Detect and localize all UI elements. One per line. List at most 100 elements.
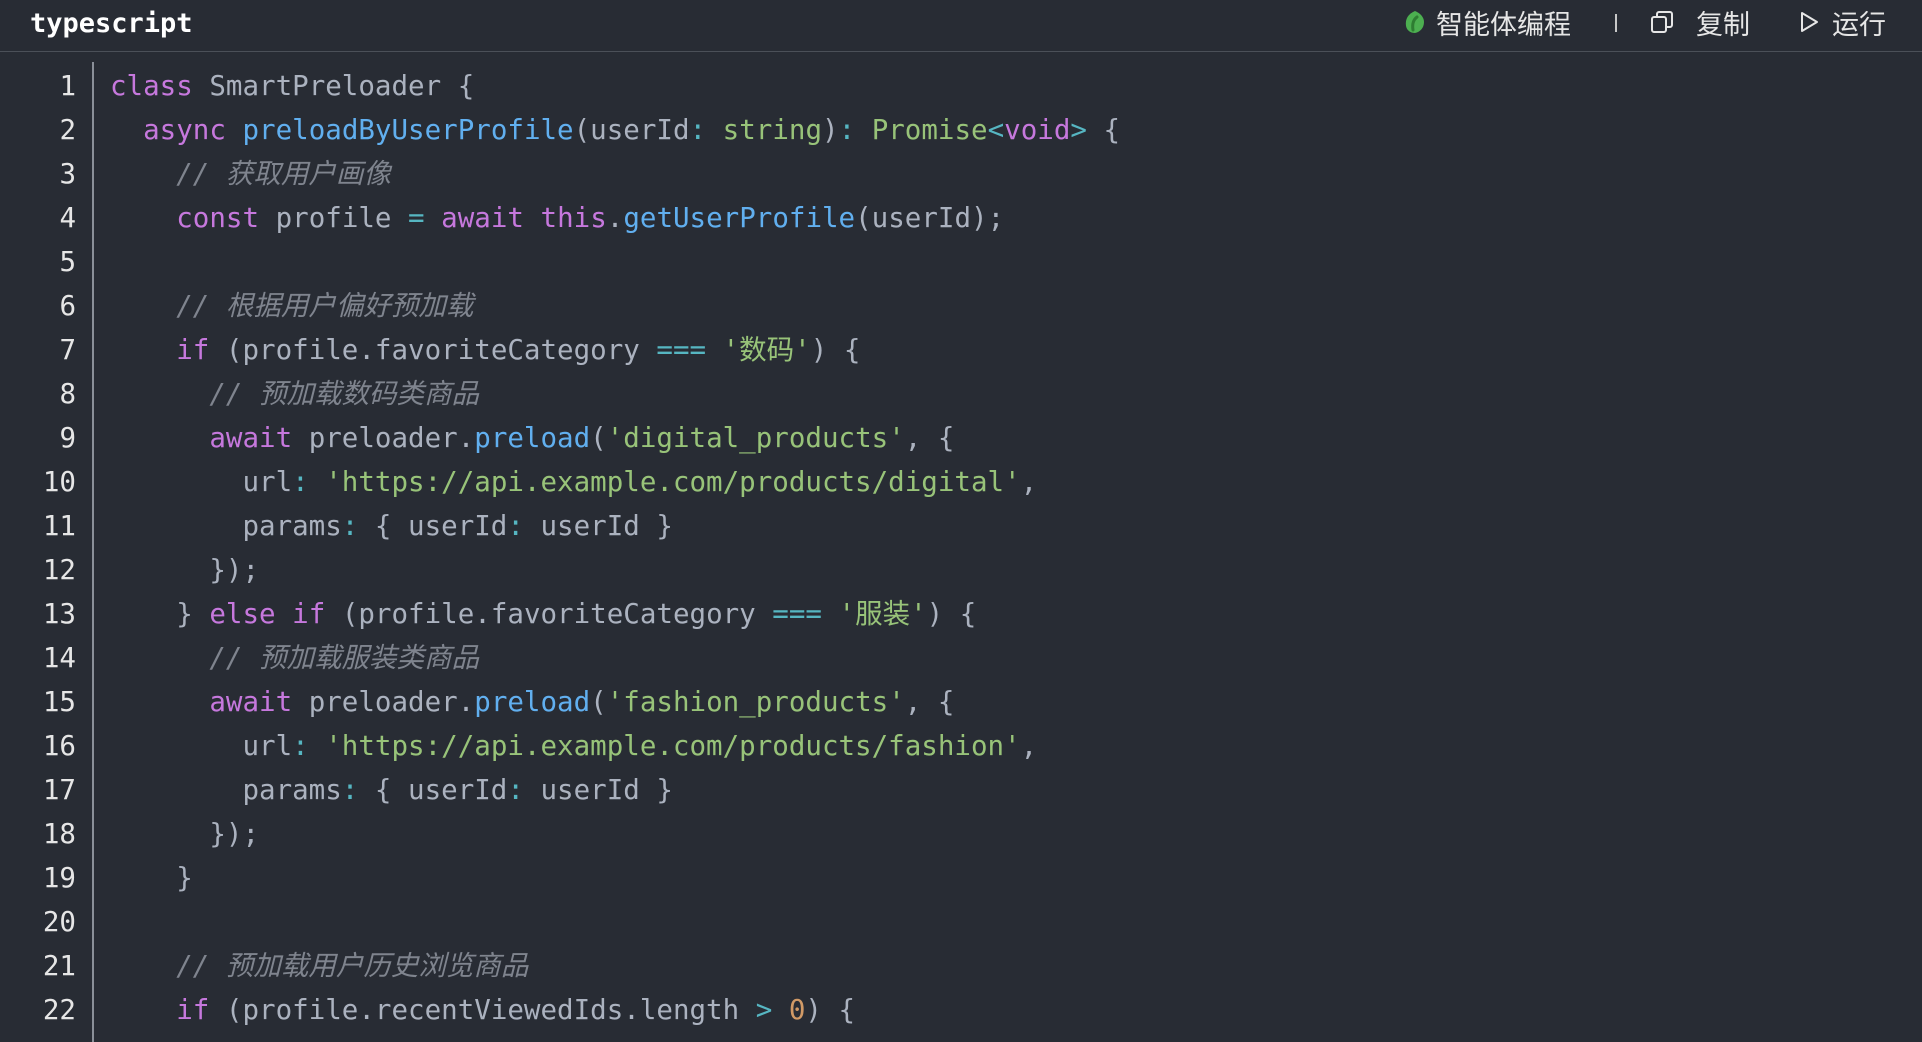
line-number: 15	[42, 686, 76, 718]
code-token: )	[822, 114, 839, 146]
line-code: // 预加载用户历史浏览商品	[110, 946, 528, 986]
code-line: 20	[0, 902, 1922, 946]
code-token: ) {	[810, 334, 861, 366]
code-token: (userId);	[855, 202, 1005, 234]
line-code: // 预加载服装类商品	[110, 638, 479, 678]
code-line: 21 // 预加载用户历史浏览商品	[0, 946, 1922, 990]
code-line: 3 // 获取用户画像	[0, 154, 1922, 198]
line-code: if (profile.recentViewedIds.length > 0) …	[110, 990, 855, 1030]
line-code: params: { userId: userId }	[110, 770, 673, 810]
code-token: params	[110, 774, 342, 806]
line-number: 5	[59, 246, 76, 278]
code-token: const	[176, 202, 260, 234]
line-number: 4	[59, 202, 76, 234]
code-line: 11 params: { userId: userId }	[0, 506, 1922, 550]
code-token: profile	[259, 202, 409, 234]
code-token: '数码'	[722, 334, 811, 366]
code-token: ) {	[926, 598, 977, 630]
line-code: class SmartPreloader {	[110, 66, 474, 106]
code-line: 2 async preloadByUserProfile(userId: str…	[0, 110, 1922, 154]
code-token: =	[408, 202, 425, 234]
code-token: userId }	[523, 774, 673, 806]
code-token: if	[176, 994, 210, 1026]
code-token: (profile.recentViewedIds.length	[209, 994, 756, 1026]
code-token: >	[755, 994, 773, 1026]
code-token: , {	[904, 422, 955, 454]
run-label: 运行	[1832, 9, 1886, 41]
line-number: 11	[42, 510, 76, 542]
code-token: // 获取用户画像	[176, 158, 391, 190]
code-token: 'https://api.example.com/products/fashio…	[325, 730, 1021, 762]
code-token: params	[110, 510, 342, 542]
code-token: // 根据用户偏好预加载	[176, 290, 474, 322]
line-code: if (profile.favoriteCategory === '数码') {	[110, 330, 860, 370]
line-code: } else if (profile.favoriteCategory === …	[110, 594, 976, 634]
code-token: ,	[1020, 466, 1038, 498]
code-block-header: typescript 智能体编程 复制 运行	[0, 0, 1922, 52]
code-line: 7 if (profile.favoriteCategory === '数码')…	[0, 330, 1922, 374]
code-token: { userId	[358, 510, 508, 542]
code-token: });	[110, 554, 260, 586]
line-code: await preloader.preload('digital_product…	[110, 418, 954, 458]
code-token: getUserProfile	[623, 202, 856, 234]
code-token: }	[110, 862, 193, 894]
code-line: 12 });	[0, 550, 1922, 594]
agent-coding-label: 智能体编程	[1436, 9, 1571, 41]
code-token: string	[722, 114, 822, 146]
code-token: :	[341, 774, 359, 806]
code-line: 17 params: { userId: userId }	[0, 770, 1922, 814]
run-button[interactable]: 运行	[1798, 4, 1886, 41]
line-number: 17	[42, 774, 76, 806]
code-line: 22 if (profile.recentViewedIds.length > …	[0, 990, 1922, 1034]
agent-coding-button[interactable]: 智能体编程	[1404, 4, 1571, 41]
line-number: 22	[42, 994, 76, 1026]
code-token: else	[209, 598, 276, 630]
code-token: preload	[474, 686, 591, 718]
line-number: 21	[42, 950, 76, 982]
code-token: async	[143, 114, 226, 146]
code-token: (profile.favoriteCategory	[209, 334, 657, 366]
code-token: 'fashion_products'	[606, 686, 905, 718]
code-token: if	[176, 334, 210, 366]
code-token: ,	[1020, 730, 1038, 762]
line-number: 3	[59, 158, 76, 190]
code-line: 15 await preloader.preload('fashion_prod…	[0, 682, 1922, 726]
copy-label: 复制	[1696, 9, 1750, 41]
code-token: :	[689, 114, 707, 146]
code-token: 'digital_products'	[606, 422, 905, 454]
code-token: '服装'	[838, 598, 927, 630]
code-token: // 预加载数码类商品	[209, 378, 480, 410]
code-token: <	[987, 114, 1005, 146]
code-token: url	[110, 730, 293, 762]
line-code: async preloadByUserProfile(userId: strin…	[110, 110, 1120, 150]
code-token: (	[590, 422, 607, 454]
code-token: :	[292, 730, 309, 762]
code-token: // 预加载用户历史浏览商品	[176, 950, 529, 982]
code-token: (	[590, 686, 607, 718]
code-line: 5	[0, 242, 1922, 286]
code-editor[interactable]: 1 class SmartPreloader {2 async preloadBy…	[0, 62, 1922, 1042]
copy-button[interactable]: 复制	[1650, 4, 1750, 41]
line-number: 16	[42, 730, 76, 762]
language-label: typescript	[30, 8, 193, 39]
code-token: preloadByUserProfile	[242, 114, 574, 146]
code-token: { userId	[358, 774, 508, 806]
agent-leaf-icon	[1404, 10, 1426, 34]
line-code: url: 'https://api.example.com/products/d…	[110, 462, 1037, 502]
line-code: await preloader.preload('fashion_product…	[110, 682, 954, 722]
line-number: 8	[59, 378, 76, 410]
code-line: 19 }	[0, 858, 1922, 902]
code-token: });	[110, 818, 260, 850]
